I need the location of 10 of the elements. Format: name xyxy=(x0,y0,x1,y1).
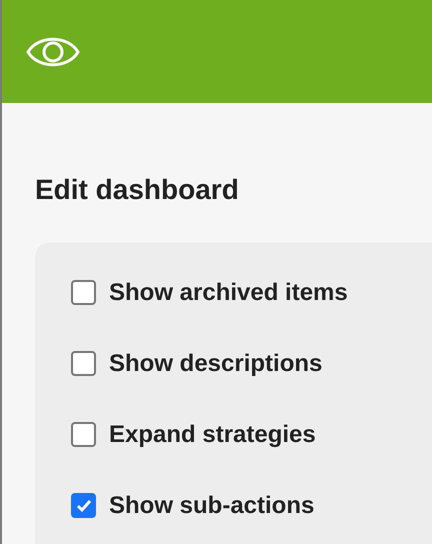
option-label: Show sub-actions xyxy=(109,490,314,520)
checkbox[interactable] xyxy=(71,493,96,518)
checkmark-icon xyxy=(76,498,92,512)
checkbox[interactable] xyxy=(71,351,96,376)
page-title: Edit dashboard xyxy=(35,173,240,207)
checkbox[interactable] xyxy=(71,280,96,305)
option-label: Expand strategies xyxy=(109,420,316,450)
checkbox[interactable] xyxy=(71,422,96,447)
option-label: Show archived items xyxy=(109,278,348,308)
option-label: Show descriptions xyxy=(109,348,322,378)
